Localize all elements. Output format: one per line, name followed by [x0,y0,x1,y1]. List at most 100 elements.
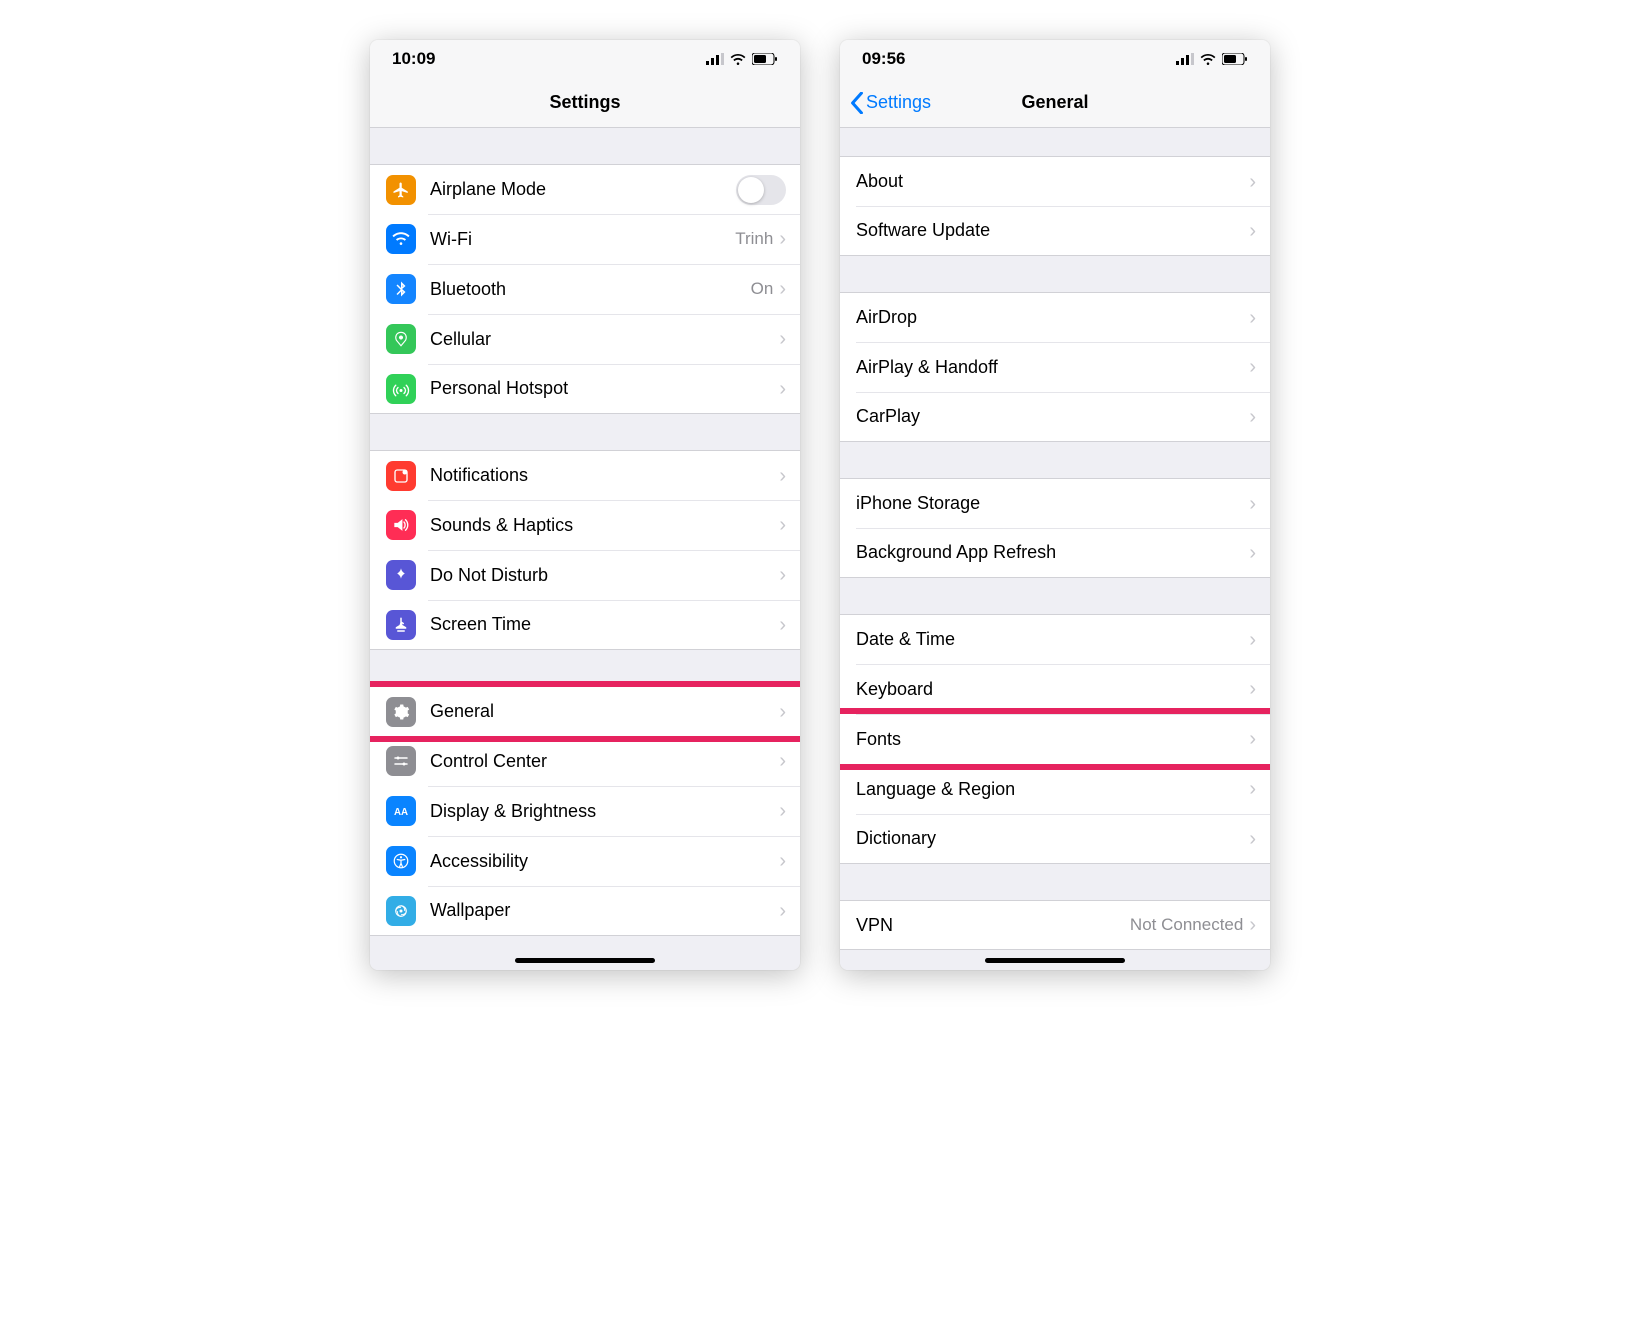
settings-screen: 10:09 Settings Airplane ModeWi-FiTrinh›B… [370,40,800,970]
row-general[interactable]: General› [370,686,800,736]
row-carplay[interactable]: CarPlay› [840,392,1270,442]
row-screen-time[interactable]: Screen Time› [370,600,800,650]
row-label: Do Not Disturb [430,565,779,586]
row-vpn[interactable]: VPNNot Connected› [840,900,1270,950]
general-list[interactable]: About›Software Update›AirDrop›AirPlay & … [840,128,1270,970]
toggle-switch[interactable] [736,175,786,205]
general-icon [386,697,416,727]
chevron-right-icon: › [1249,779,1256,799]
chevron-right-icon: › [779,379,786,399]
chevron-right-icon: › [779,801,786,821]
notifications-icon [386,461,416,491]
group-spacer [840,864,1270,900]
group-spacer [840,128,1270,156]
row-control-center[interactable]: Control Center› [370,736,800,786]
group-spacer [370,414,800,450]
row-separator [856,392,1270,393]
chevron-right-icon: › [1249,221,1256,241]
row-label: Display & Brightness [430,801,779,822]
row-separator [856,664,1270,665]
row-dictionary[interactable]: Dictionary› [840,814,1270,864]
row-value: Not Connected [1130,915,1243,935]
home-indicator[interactable] [515,958,655,963]
row-notifications[interactable]: Notifications› [370,450,800,500]
row-fonts[interactable]: Fonts› [840,714,1270,764]
row-label: Language & Region [856,779,1249,800]
settings-group: AirDrop›AirPlay & Handoff›CarPlay› [840,292,1270,442]
group-spacer [840,578,1270,614]
settings-group: iPhone Storage›Background App Refresh› [840,478,1270,578]
row-separator [428,836,800,837]
nav-bar: Settings General [840,78,1270,128]
row-display-brightness[interactable]: AA Display & Brightness› [370,786,800,836]
row-sounds-haptics[interactable]: Sounds & Haptics› [370,500,800,550]
nav-bar: Settings [370,78,800,128]
row-keyboard[interactable]: Keyboard› [840,664,1270,714]
chevron-right-icon: › [779,565,786,585]
row-separator [428,314,800,315]
row-separator [428,500,800,501]
chevron-right-icon: › [779,329,786,349]
row-separator [428,214,800,215]
row-do-not-disturb[interactable]: Do Not Disturb› [370,550,800,600]
row-cellular[interactable]: Cellular› [370,314,800,364]
row-date-time[interactable]: Date & Time› [840,614,1270,664]
row-airplay-handoff[interactable]: AirPlay & Handoff› [840,342,1270,392]
cellular-icon [386,324,416,354]
row-airplane-mode[interactable]: Airplane Mode [370,164,800,214]
battery-icon [752,53,778,65]
row-airdrop[interactable]: AirDrop› [840,292,1270,342]
display-icon: AA [386,796,416,826]
settings-group: Airplane Mode Wi-FiTrinh›BluetoothOn›Cell… [370,164,800,414]
battery-icon [1222,53,1248,65]
chevron-right-icon: › [779,901,786,921]
row-language-region[interactable]: Language & Region› [840,764,1270,814]
row-wi-fi[interactable]: Wi-FiTrinh› [370,214,800,264]
row-label: Airplane Mode [430,179,736,200]
signal-icon [706,53,724,65]
row-iphone-storage[interactable]: iPhone Storage› [840,478,1270,528]
row-separator [856,714,1270,715]
wallpaper-icon [386,896,416,926]
chevron-right-icon: › [779,615,786,635]
row-label: Date & Time [856,629,1249,650]
dnd-icon [386,560,416,590]
row-personal-hotspot[interactable]: Personal Hotspot› [370,364,800,414]
row-label: Dictionary [856,828,1249,849]
row-about[interactable]: About› [840,156,1270,206]
chevron-right-icon: › [1249,679,1256,699]
wifi-status-icon [730,53,746,65]
row-label: Personal Hotspot [430,378,779,399]
row-wallpaper[interactable]: Wallpaper› [370,886,800,936]
row-accessibility[interactable]: Accessibility› [370,836,800,886]
row-separator [428,364,800,365]
row-background-app-refresh[interactable]: Background App Refresh› [840,528,1270,578]
airplane-icon [386,175,416,205]
chevron-right-icon: › [779,515,786,535]
row-bluetooth[interactable]: BluetoothOn› [370,264,800,314]
settings-list[interactable]: Airplane Mode Wi-FiTrinh›BluetoothOn›Cell… [370,128,800,970]
back-label: Settings [866,92,931,113]
row-software-update[interactable]: Software Update› [840,206,1270,256]
settings-group: About›Software Update› [840,156,1270,256]
general-screen: 09:56 Settings General About›Software Up… [840,40,1270,970]
chevron-right-icon: › [779,466,786,486]
row-separator [428,886,800,887]
row-label: AirPlay & Handoff [856,357,1249,378]
bluetooth-icon [386,274,416,304]
row-separator [428,600,800,601]
row-label: Accessibility [430,851,779,872]
row-label: About [856,171,1249,192]
controlcenter-icon [386,746,416,776]
row-separator [856,342,1270,343]
row-label: VPN [856,915,1130,936]
home-indicator[interactable] [985,958,1125,963]
group-spacer [370,650,800,686]
status-indicators [706,53,778,65]
row-separator [428,786,800,787]
row-separator [856,206,1270,207]
settings-group: General›Control Center› AA Display & Brigh… [370,686,800,936]
wifi-status-icon [1200,53,1216,65]
back-button[interactable]: Settings [850,92,931,114]
row-separator [856,528,1270,529]
